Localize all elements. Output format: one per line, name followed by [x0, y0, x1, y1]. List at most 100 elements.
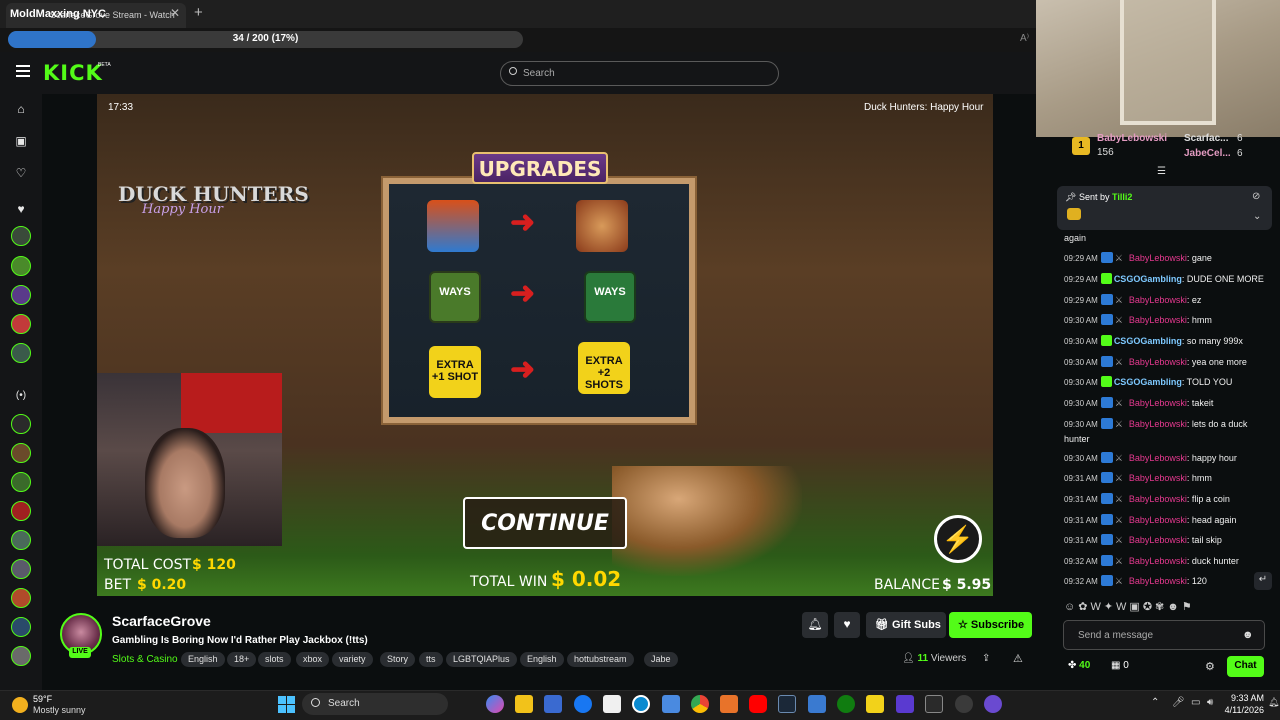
- turbo-icon[interactable]: ⚡: [934, 515, 982, 563]
- category-link[interactable]: Slots & Casino: [112, 654, 178, 665]
- chat-username[interactable]: CSGOGambling: [1114, 336, 1182, 346]
- chat-send-button[interactable]: Chat: [1227, 656, 1264, 677]
- drops[interactable]: ▦ 0: [1111, 660, 1129, 671]
- facebook-icon[interactable]: [574, 695, 592, 713]
- search-input[interactable]: Search: [500, 61, 779, 86]
- chat-username[interactable]: BabyLebowski: [1129, 295, 1187, 305]
- microphone-icon[interactable]: 🎤︎: [1172, 697, 1185, 708]
- xbox-icon[interactable]: [837, 695, 855, 713]
- scroll-to-bottom-icon[interactable]: ↵: [1254, 572, 1272, 590]
- channel-avatar[interactable]: [11, 530, 31, 550]
- tag[interactable]: variety: [332, 652, 373, 667]
- tag[interactable]: English: [181, 652, 225, 667]
- channel-avatar[interactable]: [11, 646, 31, 666]
- channel-avatar[interactable]: [11, 501, 31, 521]
- steam-icon[interactable]: [778, 695, 796, 713]
- leaderboard-user[interactable]: BabyLebowski: [1097, 133, 1167, 144]
- chat-username[interactable]: BabyLebowski: [1129, 453, 1187, 463]
- channel-avatar[interactable]: [11, 256, 31, 276]
- chat-username[interactable]: BabyLebowski: [1129, 556, 1187, 566]
- chat-username[interactable]: BabyLebowski: [1129, 515, 1187, 525]
- channel-avatar[interactable]: [11, 226, 31, 246]
- tag[interactable]: Story: [380, 652, 416, 667]
- windows-start-icon[interactable]: [278, 696, 295, 713]
- app-icon[interactable]: [925, 695, 943, 713]
- follow-heart-icon[interactable]: ♥: [834, 612, 860, 638]
- reader-mode-icon[interactable]: A⁾: [1020, 33, 1029, 44]
- emoji-picker-icon[interactable]: ☻: [1242, 629, 1254, 641]
- weather-icon[interactable]: [12, 697, 28, 713]
- weather-description[interactable]: Mostly sunny: [33, 705, 86, 715]
- home-icon[interactable]: ⌂: [13, 102, 29, 116]
- leaderboard-toggle-icon[interactable]: ☰: [1157, 166, 1166, 177]
- close-icon[interactable]: ✕: [170, 6, 180, 20]
- copilot-icon[interactable]: [486, 695, 504, 713]
- tag[interactable]: 18+: [227, 652, 257, 667]
- browse-icon[interactable]: ▣: [13, 134, 29, 148]
- favorites-icon[interactable]: ♥: [13, 202, 29, 216]
- chat-username[interactable]: BabyLebowski: [1129, 473, 1187, 483]
- leaderboard-user[interactable]: Scarfac...: [1184, 133, 1228, 144]
- pinned-user[interactable]: Tilli2: [1112, 192, 1132, 202]
- chat-input[interactable]: Send a message: [1063, 620, 1265, 650]
- unpin-icon[interactable]: ⊘: [1252, 191, 1260, 202]
- channel-avatar[interactable]: [11, 414, 31, 434]
- store-icon[interactable]: [544, 695, 562, 713]
- clock-date[interactable]: 4/11/2026: [1218, 705, 1264, 715]
- menu-icon[interactable]: [16, 65, 30, 77]
- tag[interactable]: hottubstream: [567, 652, 634, 667]
- volume-icon[interactable]: 🔊︎: [1207, 697, 1213, 708]
- gift-subs-button[interactable]: 🎁︎ Gift Subs: [866, 612, 946, 638]
- channel-avatar[interactable]: [11, 443, 31, 463]
- channel-avatar[interactable]: [11, 559, 31, 579]
- channel-name[interactable]: ScarfaceGrove: [112, 613, 211, 629]
- notification-bell-icon[interactable]: 🔔︎: [802, 612, 828, 638]
- notification-icon[interactable]: 🔔︎: [1268, 697, 1279, 708]
- channel-points[interactable]: ✤ 40: [1068, 660, 1090, 671]
- channel-avatar[interactable]: [11, 472, 31, 492]
- gear-icon[interactable]: ⚙: [1205, 660, 1215, 673]
- chat-username[interactable]: CSGOGambling: [1114, 377, 1182, 387]
- leaderboard-user[interactable]: JabeCel...: [1184, 148, 1231, 159]
- subscribe-button[interactable]: ☆ Subscribe: [949, 612, 1032, 638]
- clock-time[interactable]: 9:33 AM: [1230, 693, 1264, 703]
- weather-temperature[interactable]: 59°F: [33, 694, 52, 704]
- kick-logo[interactable]: KICK: [43, 61, 103, 85]
- share-icon[interactable]: ⇪: [982, 653, 990, 664]
- channel-avatar[interactable]: [11, 617, 31, 637]
- chevron-down-icon[interactable]: ⌄: [1253, 211, 1261, 222]
- chrome-icon[interactable]: [691, 695, 709, 713]
- youtube-icon[interactable]: [749, 695, 767, 713]
- channel-avatar[interactable]: [11, 588, 31, 608]
- tag[interactable]: xbox: [296, 652, 330, 667]
- chat-username[interactable]: BabyLebowski: [1129, 494, 1187, 504]
- emote-bar[interactable]: ☺✿W✦W▣✪✾☻⚑: [1064, 600, 1270, 616]
- continue-button[interactable]: CONTINUE: [463, 497, 627, 549]
- obs-icon[interactable]: [955, 695, 973, 713]
- chat-username[interactable]: BabyLebowski: [1129, 576, 1187, 586]
- chat-username[interactable]: BabyLebowski: [1129, 357, 1187, 367]
- amazon-icon[interactable]: [603, 695, 621, 713]
- tray-overflow-icon[interactable]: ⌃: [1151, 697, 1159, 708]
- chat-username[interactable]: BabyLebowski: [1129, 253, 1187, 263]
- tag[interactable]: LGBTQIAPlus: [446, 652, 517, 667]
- channel-avatar[interactable]: [11, 314, 31, 334]
- edge-icon[interactable]: [632, 695, 650, 713]
- chat-username[interactable]: BabyLebowski: [1129, 535, 1187, 545]
- tag[interactable]: slots: [258, 652, 291, 667]
- app-icon[interactable]: [808, 695, 826, 713]
- chat-username[interactable]: CSGOGambling: [1114, 274, 1182, 284]
- tag[interactable]: tts: [419, 652, 443, 667]
- tag[interactable]: English: [520, 652, 564, 667]
- tag[interactable]: Jabe: [644, 652, 678, 667]
- app-icon[interactable]: [896, 695, 914, 713]
- report-icon[interactable]: ⚠: [1013, 652, 1023, 665]
- app-icon[interactable]: [984, 695, 1002, 713]
- channel-avatar[interactable]: [11, 285, 31, 305]
- calculator-icon[interactable]: [662, 695, 680, 713]
- network-icon[interactable]: ▭: [1191, 697, 1200, 708]
- app-icon[interactable]: [720, 695, 738, 713]
- taskbar-search[interactable]: Search: [302, 693, 448, 715]
- chat-username[interactable]: BabyLebowski: [1129, 419, 1187, 429]
- chat-username[interactable]: BabyLebowski: [1129, 315, 1187, 325]
